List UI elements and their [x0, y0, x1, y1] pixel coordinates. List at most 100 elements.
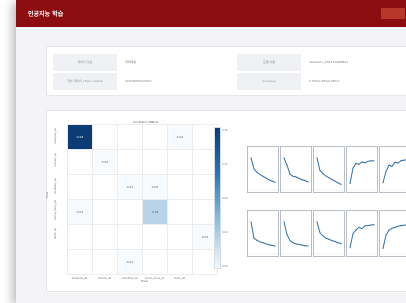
confusion-matrix-cell	[68, 150, 93, 175]
confusion-matrix-cell	[168, 225, 193, 250]
confusion-matrix-y-tick: ramus_bone_pd	[54, 200, 57, 220]
training-curve-point	[259, 173, 261, 176]
training-curve-point	[256, 239, 258, 241]
training-curve-point	[319, 170, 321, 172]
training-curve-svg	[315, 157, 343, 191]
training-curve-line	[316, 221, 342, 245]
confusion-matrix-cell	[118, 200, 143, 225]
training-curve-svg	[381, 224, 406, 255]
colorbar-tick: 0.04	[222, 231, 228, 234]
training-curve-point	[397, 162, 399, 164]
training-curve-point	[334, 180, 336, 182]
training-curve-point	[358, 226, 360, 228]
confusion-matrix-y-tick: maxilla_lat	[54, 153, 57, 167]
training-curve-svg	[282, 157, 310, 191]
training-curve-point	[253, 168, 255, 170]
training-curve-point	[283, 157, 285, 159]
training-curve-plot: train/cls_loss	[280, 146, 312, 193]
training-curve-line	[349, 160, 375, 184]
training-curve-point	[262, 175, 264, 177]
training-curve-point	[268, 179, 270, 181]
info-row: 데이터 정보 마리매핑 모델 이름 detection_20231106DB01	[53, 54, 406, 71]
colorbar-tick: 0.16	[222, 129, 228, 132]
training-curve-point	[370, 224, 372, 226]
training-curve-point	[322, 173, 324, 175]
confusion-matrix-cell: 0.93	[68, 125, 93, 150]
training-curve-area	[249, 148, 277, 191]
training-curve-point	[331, 240, 333, 242]
training-curve-line	[382, 224, 406, 249]
confusion-matrix-cell	[93, 200, 118, 225]
training-curve-point	[289, 173, 291, 175]
confusion-matrix-cell	[68, 250, 93, 275]
confusion-matrix-cell	[168, 175, 193, 200]
training-curve-point	[268, 244, 270, 246]
training-curve-plot: val/cls_loss	[280, 210, 312, 257]
confusion-matrix-y-tick: mandible_lat	[54, 178, 57, 195]
training-curve-point	[334, 240, 336, 243]
training-curve-point	[349, 247, 351, 249]
training-curve-point	[394, 226, 396, 228]
confusion-matrix-cell	[143, 125, 168, 150]
confusion-matrix-cell	[68, 175, 93, 200]
training-curve-point	[307, 181, 309, 183]
confusion-matrix-cell: 0.18	[143, 200, 168, 225]
training-curve-point	[403, 224, 405, 226]
training-curve-svg	[249, 157, 277, 191]
training-curve-point	[307, 245, 309, 247]
confusion-matrix-cell	[93, 175, 118, 200]
training-curve-area	[282, 212, 310, 255]
training-curve-point	[286, 234, 288, 236]
info-row: 학습 데이터 (Train / Valid) 2227KC50%C50% Acc…	[53, 73, 406, 90]
confusion-matrix-cell: 0.01	[118, 250, 143, 275]
training-curve-point	[304, 245, 306, 247]
training-curve-point	[349, 182, 351, 185]
training-curve-line	[283, 221, 309, 247]
training-curve-point	[319, 232, 321, 234]
training-curve-area	[282, 148, 310, 191]
training-curve-point	[352, 233, 354, 235]
training-curve-svg	[348, 160, 376, 191]
colorbar-tick: 0.12	[222, 163, 228, 166]
info-label: Accuracy	[237, 73, 301, 90]
training-curve-plot: val/box_loss	[247, 210, 279, 257]
training-curve-point	[292, 175, 294, 177]
confusion-matrix-cell: 0.02	[143, 175, 168, 200]
training-curve-point	[331, 179, 333, 181]
confusion-matrix-x-tick: tooth_lat	[173, 277, 186, 280]
training-curve-point	[400, 160, 402, 162]
training-curve-point	[265, 243, 267, 245]
training-curve-point	[325, 175, 327, 177]
training-curve-point	[352, 167, 354, 169]
training-curve-line	[250, 157, 276, 183]
training-curve-plot: metrics/mAP50(B)	[346, 210, 378, 257]
training-curve-svg	[315, 221, 343, 255]
training-curve-point	[361, 228, 363, 230]
training-curve-point	[283, 221, 285, 223]
training-curve-point	[367, 225, 369, 227]
training-curve-point	[337, 182, 339, 184]
training-curve-point	[340, 243, 342, 245]
confusion-matrix-cell: 0.01	[118, 175, 143, 200]
confusion-matrix-cell	[143, 250, 168, 275]
training-curve-point	[271, 244, 273, 246]
training-curve-point	[388, 164, 390, 166]
info-value: 마리매핑	[125, 60, 137, 64]
training-curve-plot: metrics/mAP50-95(B)	[379, 210, 406, 257]
training-curve-point	[400, 225, 402, 227]
training-curve-point	[385, 170, 387, 173]
training-curve-point	[295, 243, 297, 245]
colorbar-tick: 0.08	[222, 197, 228, 200]
training-curve-plot: train/box_loss	[247, 146, 279, 193]
confusion-matrix-cell	[168, 250, 193, 275]
top-action-button[interactable]	[381, 8, 405, 19]
screenshot-stage: 인공지능 학습 데이터 정보 마리매핑 모델 이름 detection_2023…	[0, 0, 406, 303]
confusion-matrix-x-tick: ramus_bone_pd	[144, 277, 165, 280]
confusion-matrix-cell: 0.01	[168, 125, 193, 150]
training-curve-area	[315, 212, 343, 255]
training-curve-plot: val/dfl_loss	[313, 210, 345, 257]
info-label: 모델 이름	[237, 54, 301, 71]
training-curve-point	[328, 177, 330, 179]
top-bar: 인공지능 학습	[16, 0, 406, 27]
page-title: 인공지능 학습	[28, 11, 64, 18]
